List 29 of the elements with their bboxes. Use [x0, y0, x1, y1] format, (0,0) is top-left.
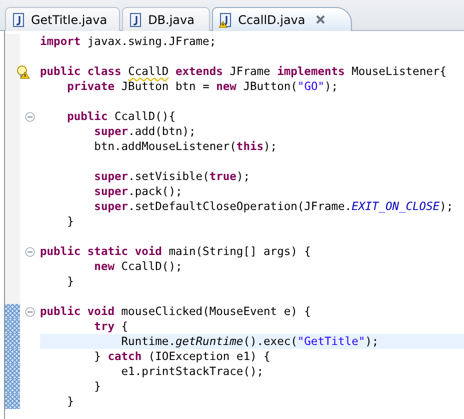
editor-tab[interactable]: CcallD.java [212, 7, 352, 31]
code-line: try { [93, 319, 130, 334]
code-line: super.setVisible(true); [93, 169, 251, 184]
editor-tab[interactable]: DB.java [122, 7, 210, 31]
code-line: } [66, 214, 75, 229]
code-line: private JButton btn = new JButton("GO"); [66, 79, 340, 94]
fold-icon[interactable] [25, 306, 35, 316]
java-file-icon [129, 12, 144, 28]
code-line: public CcallD(){ [66, 109, 176, 124]
code-line: new CcallD(); [93, 259, 184, 274]
java-file-icon [12, 12, 26, 28]
code-line: } [66, 394, 75, 409]
code-line: super.setDefaultCloseOperation(JFrame.EXIT_ON_CLOSE); [93, 199, 454, 214]
close-icon[interactable] [316, 15, 326, 24]
code-line: public class CcallD extends JFrame implements MouseListener{ [40, 64, 448, 79]
code-line: import javax.swing.JFrame; [40, 34, 218, 49]
code-line: } [93, 379, 102, 394]
lightbulb-warning-icon[interactable] [16, 64, 30, 78]
code-line: super.add(btn); [93, 124, 197, 139]
code-line: e1.printStackTrace(); [120, 364, 265, 379]
fold-icon[interactable] [25, 112, 35, 122]
fold-icon[interactable] [25, 246, 35, 256]
code-line: } catch (IOException e1) { [93, 349, 272, 364]
code-line: super.pack(); [93, 184, 184, 199]
code-line: public void mouseClicked(MouseEvent e) { [40, 304, 312, 319]
code-line: btn.addMouseListener(this); [93, 139, 278, 154]
code-line: } [66, 274, 75, 289]
code-line: public static void main(String[] args) { [40, 244, 312, 259]
editor-tab[interactable]: GetTitle.java [5, 7, 120, 31]
